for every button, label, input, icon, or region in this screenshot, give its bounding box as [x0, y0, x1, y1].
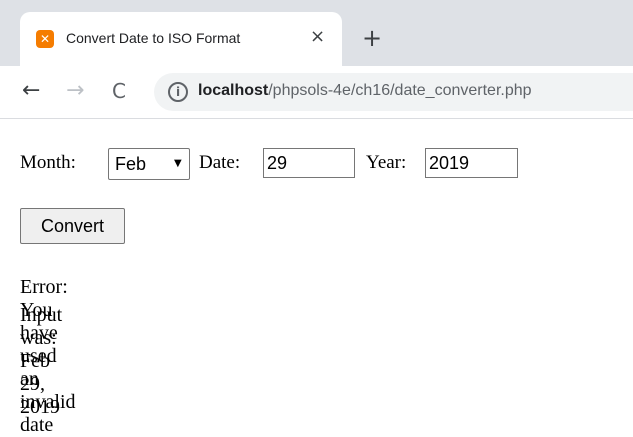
year-label: Year:: [366, 152, 407, 173]
month-select[interactable]: Feb: [108, 148, 190, 180]
month-label: Month:: [20, 152, 76, 173]
url-path: /phpsols-4e/ch16/date_converter.php: [268, 82, 532, 99]
xampp-icon: ✕: [36, 30, 54, 48]
convert-button[interactable]: Convert: [20, 208, 125, 244]
date-form: Month: Feb ▼ Date: Year:: [20, 144, 540, 180]
input-echo: Input was: Feb 29, 2019: [20, 304, 63, 418]
back-icon[interactable]: ←: [22, 79, 40, 103]
reload-icon[interactable]: C: [112, 79, 126, 103]
date-input[interactable]: [263, 148, 355, 178]
tab-strip: ✕ Convert Date to ISO Format × +: [0, 0, 633, 76]
new-tab-icon[interactable]: +: [362, 26, 382, 50]
url-text[interactable]: localhost/phpsols-4e/ch16/date_converter…: [198, 82, 532, 100]
browser-toolbar: ← → C i localhost/phpsols-4e/ch16/date_c…: [0, 66, 633, 118]
close-icon[interactable]: ×: [310, 26, 325, 47]
date-label: Date:: [199, 152, 241, 173]
address-bar[interactable]: i localhost/phpsols-4e/ch16/date_convert…: [154, 73, 633, 111]
forward-icon[interactable]: →: [66, 79, 84, 103]
year-input[interactable]: [425, 148, 518, 178]
info-icon[interactable]: i: [168, 82, 188, 102]
url-host: localhost: [198, 82, 269, 99]
tab-title: Convert Date to ISO Format: [66, 30, 241, 46]
toolbar-divider: [0, 118, 633, 119]
